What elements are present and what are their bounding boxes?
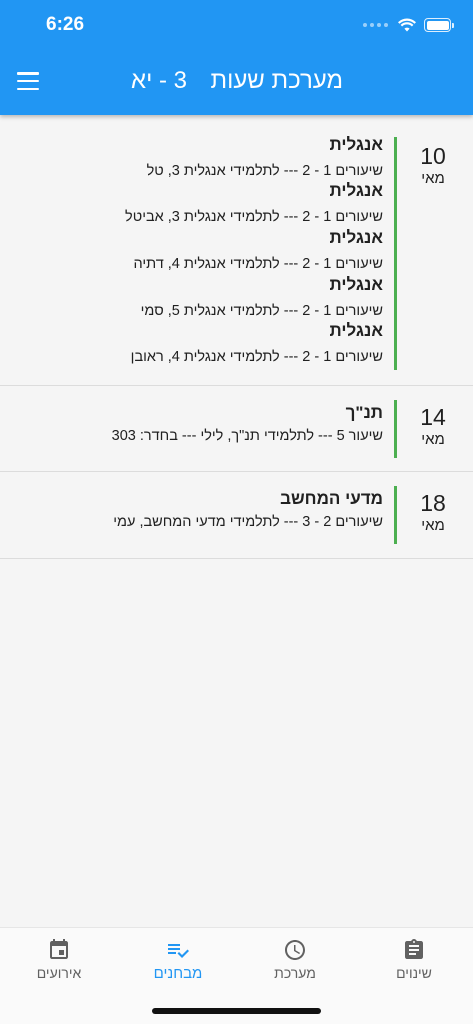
cellular-signal-icon [363,23,388,27]
date-month: מאי [421,431,445,448]
exam-item[interactable]: אנגלית שיעורים 1 - 2 --- לתלמידי אנגלית … [125,181,383,227]
nav-label-events: אירועים [36,965,82,981]
exam-item[interactable]: מדעי המחשב שיעורים 2 - 3 --- לתלמידי מדע… [113,489,383,532]
home-indicator [152,1008,321,1014]
date-month: מאי [421,517,445,534]
exam-item[interactable]: תנ"ך שיעור 5 --- לתלמידי תנ"ך, לילי --- … [112,403,383,446]
date: 14 מאי [413,404,453,450]
day-indicator-bar [394,486,397,544]
day-group: 10 מאי אנגלית שיעורים 1 - 2 --- לתלמידי … [0,115,473,386]
clock-icon [285,940,305,960]
exam-item[interactable]: אנגלית שיעורים 1 - 2 --- לתלמידי אנגלית … [133,228,383,274]
nav-item-schedule[interactable]: מערכת [245,938,345,981]
exam-detail: שיעורים 1 - 2 --- לתלמידי אנגלית 5, סמי [140,303,383,319]
exams-list: 10 מאי אנגלית שיעורים 1 - 2 --- לתלמידי … [0,115,473,559]
date-day: 18 [420,490,446,516]
calendar-event-icon [50,939,68,959]
date-day: 14 [420,404,446,430]
nav-item-exams[interactable]: מבחנים [128,938,228,982]
exam-detail: שיעורים 1 - 2 --- לתלמידי אנגלית 3, טל [146,163,383,179]
date-day: 10 [420,143,446,169]
exam-subject: אנגלית [329,321,383,340]
nav-label-schedule: מערכת [274,965,316,981]
exam-item[interactable]: אנגלית שיעורים 1 - 2 --- לתלמידי אנגלית … [147,135,383,181]
date: 10 מאי [413,143,453,189]
exam-detail: שיעורים 1 - 2 --- לתלמידי אנגלית 4, דתיה [133,256,383,272]
exam-subject: אנגלית [329,275,383,294]
status-time: 6:26 [46,14,85,35]
date: 18 מאי [413,490,453,536]
battery-icon [424,18,454,32]
day-indicator-bar [394,137,397,370]
nav-label-exams: מבחנים [153,965,203,982]
nav-item-changes[interactable]: שינוים [364,938,464,981]
status-icons [363,15,454,35]
exam-subject: תנ"ך [345,403,383,422]
nav-label-changes: שינוים [396,965,432,981]
date-month: מאי [421,170,445,187]
exam-item[interactable]: אנגלית שיעורים 1 - 2 --- לתלמידי אנגלית … [131,321,383,367]
day-group: 14 מאי תנ"ך שיעור 5 --- לתלמידי תנ"ך, לי… [0,386,473,472]
menu-button[interactable] [16,70,40,92]
playlist-check-icon [168,944,189,958]
class-label: 3 - יא [131,67,187,95]
exam-subject: מדעי המחשב [280,489,383,508]
exam-subject: אנגלית [329,135,383,154]
wifi-icon [398,18,416,32]
class-label-text: 3 - יא [131,67,187,94]
exam-detail: שיעורים 2 - 3 --- לתלמידי מדעי המחשב, עמ… [113,514,383,530]
app-bar: 6:26 3 - יא מערכת שעות [0,0,473,115]
exam-detail: שיעורים 1 - 2 --- לתלמידי אנגלית 3, אביט… [125,209,383,225]
nav-item-events[interactable]: אירועים [9,938,109,981]
page-title: מערכת שעות [210,67,343,94]
clipboard-icon [405,939,423,959]
exam-detail: שיעור 5 --- לתלמידי תנ"ך, לילי --- בחדר:… [111,428,383,444]
exam-subject: אנגלית [329,228,383,247]
exam-detail: שיעורים 1 - 2 --- לתלמידי אנגלית 4, ראוב… [130,349,383,365]
day-indicator-bar [394,400,397,458]
exam-subject: אנגלית [329,181,383,200]
day-group: 18 מאי מדעי המחשב שיעורים 2 - 3 --- לתלמ… [0,472,473,559]
exam-item[interactable]: אנגלית שיעורים 1 - 2 --- לתלמידי אנגלית … [141,275,383,321]
